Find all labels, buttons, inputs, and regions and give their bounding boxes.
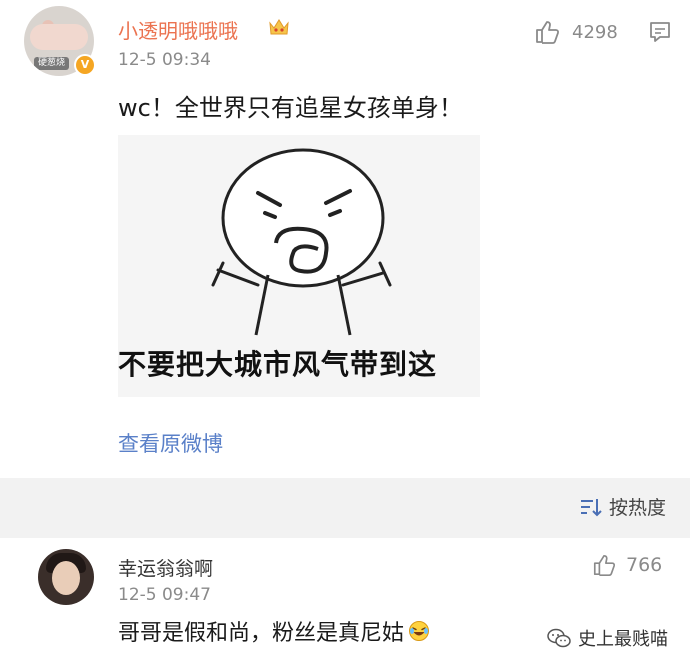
top-comment-text: wc！全世界只有追星女孩单身！ <box>118 94 463 122</box>
avatar-pig-body <box>30 24 88 50</box>
verified-badge-icon: V <box>74 54 96 76</box>
comment-icon[interactable] <box>648 20 672 44</box>
view-original-link[interactable]: 查看原微博 <box>118 428 223 458</box>
reply-comment-like-count: 766 <box>626 554 663 576</box>
thumbs-up-icon <box>593 554 616 576</box>
top-comment-username[interactable]: 小透明哦哦哦 <box>118 15 238 44</box>
reply-comment-like-button[interactable]: 766 <box>592 553 662 577</box>
top-comment-timestamp: 12-5 09:34 <box>118 50 211 70</box>
watermark: 史上最贱喵 <box>546 625 668 651</box>
top-comment-like-count: 4298 <box>572 21 618 43</box>
top-comment-like-button[interactable]: 4298 <box>534 19 618 45</box>
reply-comment-avatar[interactable] <box>38 549 94 605</box>
laugh-emoji-icon <box>409 621 430 641</box>
crown-icon <box>269 19 289 35</box>
meme-caption: 不要把大城市风气带到这 <box>118 348 438 381</box>
avatar-tag: 硬葱烧 <box>34 57 70 70</box>
sort-by-heat-button[interactable]: 按热度 <box>579 493 666 520</box>
sort-icon <box>580 498 602 516</box>
reply-comment-username[interactable]: 幸运翁翁啊 <box>118 554 213 581</box>
wechat-icon <box>547 628 571 648</box>
reply-comment-timestamp: 12-5 09:47 <box>118 585 211 605</box>
reply-comment-text-row: 哥哥是假和尚，粉丝是真尼姑 <box>118 615 430 647</box>
sort-label: 按热度 <box>608 497 666 519</box>
watermark-text: 史上最贱喵 <box>578 629 668 650</box>
reply-comment-text: 哥哥是假和尚，粉丝是真尼姑 <box>118 621 405 646</box>
avatar-face <box>52 561 80 595</box>
thumbs-up-icon <box>536 21 560 44</box>
